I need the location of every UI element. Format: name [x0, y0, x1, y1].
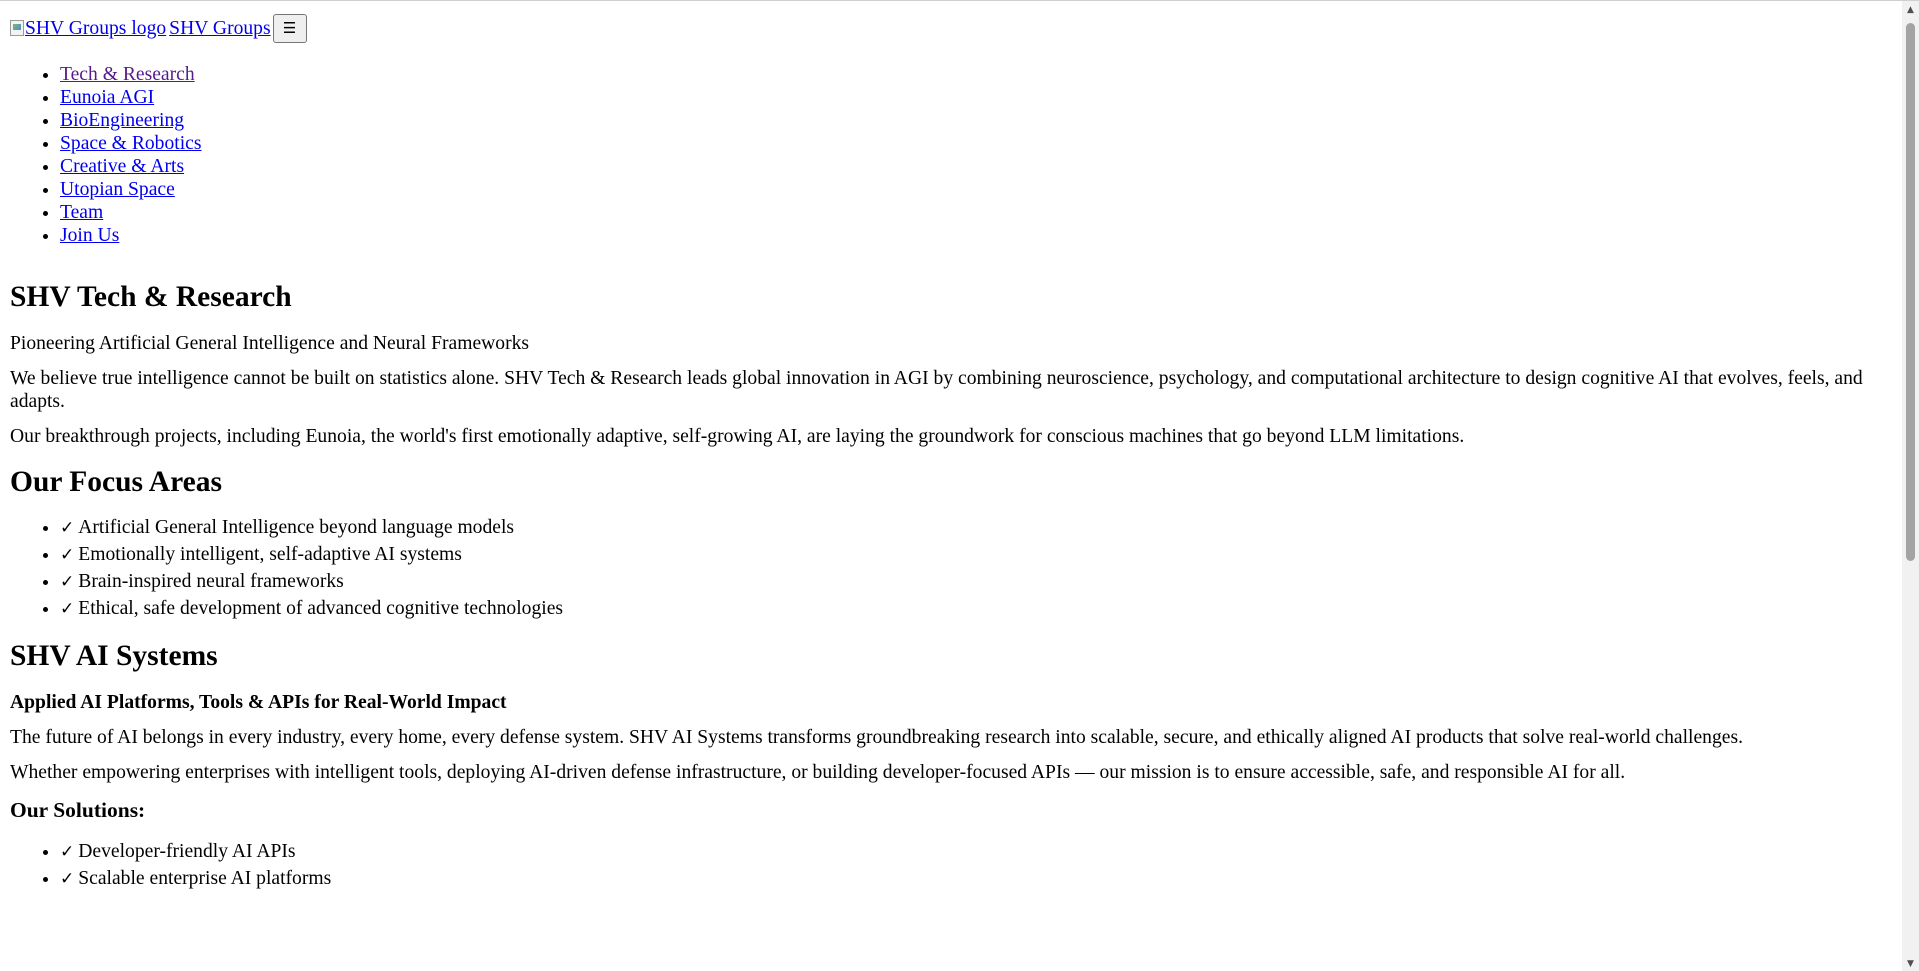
focus-area-text: Artificial General Intelligence beyond l… — [78, 517, 515, 538]
brand-link[interactable]: SHV Groups logo SHV Groups — [10, 17, 271, 40]
checkmark-icon: ✓ — [60, 545, 75, 565]
list-item: ✓Ethical, safe development of advanced c… — [60, 595, 1890, 622]
nav-link-bioengineering[interactable]: BioEngineering — [60, 110, 184, 131]
checkmark-icon: ✓ — [60, 869, 75, 889]
solutions-title: Our Solutions: — [10, 798, 146, 822]
focus-areas-title: Our Focus Areas — [10, 466, 222, 498]
nav-link-tech-research[interactable]: Tech & Research — [60, 64, 195, 85]
nav-link-creative-arts[interactable]: Creative & Arts — [60, 156, 184, 177]
nav-link-team[interactable]: Team — [60, 202, 103, 223]
solution-text: Developer-friendly AI APIs — [78, 841, 296, 862]
nav-item-space-robotics: Space & Robotics — [60, 132, 1890, 155]
scrollbar-thumb[interactable] — [1906, 23, 1915, 561]
tech-research-paragraph-2: Our breakthrough projects, including Eun… — [10, 426, 1465, 447]
scroll-down-arrow-icon[interactable]: ▼ — [1902, 955, 1919, 971]
focus-area-text: Brain-inspired neural frameworks — [78, 571, 344, 592]
logo-image: SHV Groups logo — [10, 17, 166, 40]
nav-item-tech-research: Tech & Research — [60, 63, 1890, 86]
nav-item-eunoia-agi: Eunoia AGI — [60, 86, 1890, 109]
site-header: SHV Groups logo SHV Groups ☰ — [10, 13, 1890, 43]
solutions-list: ✓Developer-friendly AI APIs ✓Scalable en… — [10, 838, 1890, 892]
logo-alt-text: SHV Groups logo — [25, 17, 167, 39]
vertical-scrollbar[interactable]: ▲ ▼ — [1902, 1, 1919, 971]
tech-research-paragraph-1: We believe true intelligence cannot be b… — [10, 368, 1863, 412]
page-content: SHV Groups logo SHV Groups ☰ Tech & Rese… — [10, 1, 1890, 892]
nav-link-space-robotics[interactable]: Space & Robotics — [60, 133, 202, 154]
list-item: ✓Brain-inspired neural frameworks — [60, 568, 1890, 595]
browser-viewport: SHV Groups logo SHV Groups ☰ Tech & Rese… — [0, 0, 1919, 971]
brand-name: SHV Groups — [169, 17, 271, 39]
nav-link-eunoia-agi[interactable]: Eunoia AGI — [60, 87, 154, 108]
ai-systems-title: SHV AI Systems — [10, 640, 218, 672]
ai-systems-paragraph-2: Whether empowering enterprises with inte… — [10, 762, 1626, 783]
checkmark-icon: ✓ — [60, 599, 75, 619]
list-item: ✓Scalable enterprise AI platforms — [60, 865, 1890, 892]
focus-area-text: Emotionally intelligent, self-adaptive A… — [78, 544, 462, 565]
nav-item-team: Team — [60, 201, 1890, 224]
nav-item-creative-arts: Creative & Arts — [60, 155, 1890, 178]
checkmark-icon: ✓ — [60, 518, 75, 538]
ai-systems-paragraph-1: The future of AI belongs in every indust… — [10, 727, 1743, 748]
tech-research-title: SHV Tech & Research — [10, 281, 292, 313]
nav-item-utopian-space: Utopian Space — [60, 178, 1890, 201]
tech-research-tagline: Pioneering Artificial General Intelligen… — [10, 333, 530, 354]
scroll-up-arrow-icon[interactable]: ▲ — [1902, 1, 1919, 18]
list-item: ✓Emotionally intelligent, self-adaptive … — [60, 541, 1890, 568]
ai-systems-subtitle: Applied AI Platforms, Tools & APIs for R… — [10, 692, 507, 713]
nav-link-join-us[interactable]: Join Us — [60, 225, 119, 246]
focus-areas-list: ✓Artificial General Intelligence beyond … — [10, 514, 1890, 622]
nav-item-join-us: Join Us — [60, 224, 1890, 247]
menu-toggle-button[interactable]: ☰ — [272, 13, 307, 43]
solution-text: Scalable enterprise AI platforms — [78, 868, 332, 889]
broken-image-icon — [10, 20, 24, 36]
main-nav: Tech & Research Eunoia AGI BioEngineerin… — [10, 63, 1890, 247]
nav-item-bioengineering: BioEngineering — [60, 109, 1890, 132]
checkmark-icon: ✓ — [60, 842, 75, 862]
list-item: ✓Developer-friendly AI APIs — [60, 838, 1890, 865]
nav-link-utopian-space[interactable]: Utopian Space — [60, 179, 175, 200]
focus-area-text: Ethical, safe development of advanced co… — [78, 598, 564, 619]
checkmark-icon: ✓ — [60, 572, 75, 592]
list-item: ✓Artificial General Intelligence beyond … — [60, 514, 1890, 541]
